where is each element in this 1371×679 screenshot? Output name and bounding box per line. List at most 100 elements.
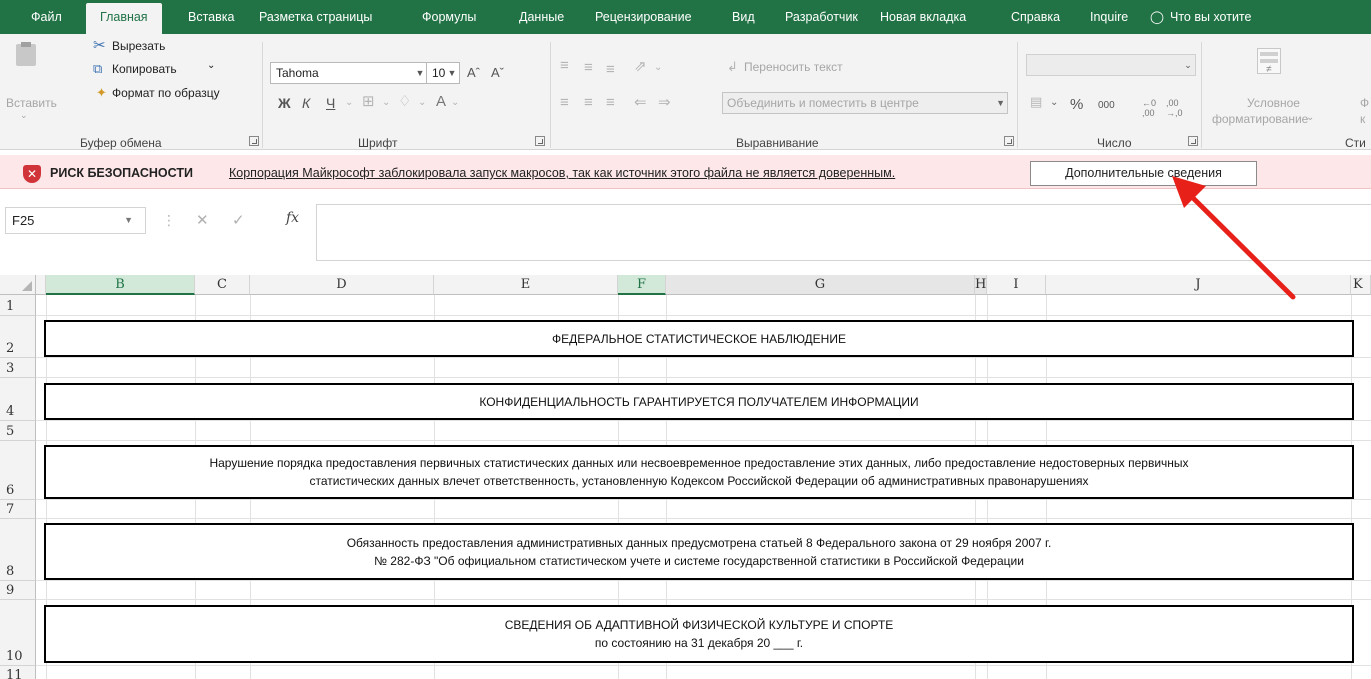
row-header-1[interactable]: 1 (0, 295, 36, 316)
insert-function-icon[interactable]: fx (286, 210, 299, 226)
align-center-icon[interactable]: ≡ (584, 93, 593, 113)
orientation-icon[interactable]: ⇗ (634, 57, 647, 77)
merge-center-button[interactable]: Объединить и поместить в центре ▼ (722, 92, 1008, 114)
tab-home[interactable]: Главная (86, 3, 162, 34)
alignment-launcher-icon[interactable] (1004, 136, 1014, 146)
decrease-decimal-icon[interactable]: ,00 →,0 (1166, 98, 1183, 118)
row-header-5[interactable]: 5 (0, 421, 36, 441)
format-as-table-label-2[interactable]: к (1360, 112, 1365, 126)
chevron-down-icon[interactable]: ⌄ (382, 93, 390, 113)
tab-insert[interactable]: Вставка (184, 0, 238, 34)
percent-button[interactable]: % (1070, 96, 1083, 113)
font-launcher-icon[interactable] (535, 136, 545, 146)
increase-indent-icon[interactable]: ⇒ (658, 93, 671, 113)
copy-dropdown-icon[interactable]: ⌄ (207, 60, 215, 71)
cut-button[interactable]: Вырезать (112, 39, 165, 53)
thousands-separator-button[interactable]: 000 (1098, 100, 1115, 111)
row-header-6[interactable]: 6 (0, 441, 36, 500)
format-as-table-label[interactable]: Ф (1360, 96, 1369, 110)
shrink-font-icon[interactable]: Aˇ (491, 63, 504, 83)
align-top-icon[interactable]: ≡ (560, 56, 569, 76)
chevron-down-icon[interactable]: ⌄ (1050, 93, 1058, 113)
name-box[interactable]: F25 ▼ (5, 207, 146, 234)
column-header-d[interactable]: D (250, 275, 434, 295)
enter-icon[interactable]: ✓ (232, 211, 245, 229)
paste-icon[interactable] (12, 42, 40, 68)
row-header-3[interactable]: 3 (0, 358, 36, 378)
chevron-down-icon[interactable]: ⌄ (418, 93, 426, 113)
select-all-corner[interactable] (0, 275, 36, 295)
tab-review[interactable]: Рецензирование (591, 0, 696, 34)
formula-input[interactable] (316, 204, 1371, 261)
row-header-9[interactable]: 9 (0, 581, 36, 600)
merged-cell-row-4[interactable]: КОНФИДЕНЦИАЛЬНОСТЬ ГАРАНТИРУЕТСЯ ПОЛУЧАТ… (44, 383, 1354, 420)
merged-cell-row-10[interactable]: СВЕДЕНИЯ ОБ АДАПТИВНОЙ ФИЗИЧЕСКОЙ КУЛЬТУ… (44, 605, 1354, 663)
increase-decimal-icon[interactable]: ←0,00 (1142, 98, 1156, 118)
format-painter-button[interactable]: Формат по образцу (112, 86, 220, 100)
merged-cell-row-2[interactable]: ФЕДЕРАЛЬНОЕ СТАТИСТИЧЕСКОЕ НАБЛЮДЕНИЕ (44, 320, 1354, 357)
tell-me-search[interactable]: Что вы хотите (1166, 0, 1255, 34)
merged-cell-row-6[interactable]: Нарушение порядка предоставления первичн… (44, 445, 1354, 499)
merged-cell-row-8[interactable]: Обязанность предоставления административ… (44, 523, 1354, 580)
chevron-down-icon[interactable]: ⌄ (654, 58, 662, 78)
currency-format-icon[interactable]: ▤ (1030, 92, 1042, 112)
tab-file[interactable]: Файл (27, 0, 66, 34)
paste-dropdown-icon[interactable]: ⌄ (20, 110, 28, 121)
formula-bar-grip-icon[interactable]: ⋮ (162, 212, 176, 229)
tab-data[interactable]: Данные (515, 0, 568, 34)
tab-inquire[interactable]: Inquire (1086, 0, 1132, 34)
align-right-icon[interactable]: ≡ (606, 93, 615, 113)
security-message-link[interactable]: Корпорация Майкрософт заблокировала запу… (229, 166, 895, 180)
paste-button[interactable]: Вставить (6, 96, 57, 110)
tab-help[interactable]: Справка (1007, 0, 1064, 34)
number-format-combo[interactable]: ⌄ (1026, 54, 1196, 76)
chevron-down-icon[interactable]: ⌄ (345, 93, 353, 113)
cancel-icon[interactable]: ✕ (196, 211, 209, 229)
row-header-10[interactable]: 10 (0, 600, 36, 666)
align-left-icon[interactable]: ≡ (560, 93, 569, 113)
column-header-b[interactable]: B (46, 275, 195, 295)
tab-page-layout[interactable]: Разметка страницы (255, 0, 376, 34)
grow-font-icon[interactable]: Aˆ (467, 63, 480, 83)
column-header-g[interactable]: G (666, 275, 975, 295)
tab-view[interactable]: Вид (728, 0, 759, 34)
align-middle-icon[interactable]: ≡ (584, 58, 593, 78)
font-family-combo[interactable]: Tahoma ▼ (270, 62, 428, 84)
wrap-text-button[interactable]: Переносить текст (744, 60, 843, 74)
more-info-button[interactable]: Дополнительные сведения (1030, 161, 1257, 186)
chevron-down-icon[interactable]: ▼ (124, 208, 133, 233)
column-header-c[interactable]: C (195, 275, 250, 295)
number-launcher-icon[interactable] (1188, 136, 1198, 146)
conditional-formatting-label-2[interactable]: форматирование (1212, 112, 1308, 126)
row-header-7[interactable]: 7 (0, 500, 36, 519)
underline-icon[interactable]: Ч (326, 93, 335, 113)
chevron-down-icon[interactable]: ⌄ (451, 93, 459, 113)
tab-developer[interactable]: Разработчик (781, 0, 862, 34)
borders-icon[interactable]: ⊞ (362, 92, 375, 112)
row-header-8[interactable]: 8 (0, 519, 36, 581)
bold-icon[interactable]: Ж (278, 93, 291, 113)
lightbulb-icon[interactable]: ◯ (1146, 0, 1168, 34)
column-header-f[interactable]: F (618, 275, 666, 295)
clipboard-launcher-icon[interactable] (249, 136, 259, 146)
fill-color-icon[interactable]: ♢ (398, 92, 411, 112)
italic-icon[interactable]: К (302, 93, 310, 113)
wrap-text-icon[interactable]: ↲ (727, 57, 738, 77)
tab-formulas[interactable]: Формулы (418, 0, 480, 34)
chevron-down-icon[interactable]: ⌄ (1306, 112, 1314, 123)
copy-button[interactable]: Копировать (112, 62, 177, 76)
column-header-e[interactable]: E (434, 275, 618, 295)
row-header-4[interactable]: 4 (0, 378, 36, 421)
align-bottom-icon[interactable]: ≡ (606, 60, 615, 80)
column-header-a[interactable] (36, 275, 46, 295)
font-color-icon[interactable]: A (436, 92, 446, 112)
tab-new[interactable]: Новая вкладка (876, 0, 970, 34)
row-header-2[interactable]: 2 (0, 316, 36, 358)
column-header-j[interactable]: J (1046, 275, 1351, 295)
row-header-11[interactable]: 11 (0, 666, 36, 679)
column-header-h[interactable]: H (975, 275, 987, 295)
decrease-indent-icon[interactable]: ⇐ (634, 93, 647, 113)
column-header-i[interactable]: I (987, 275, 1046, 295)
font-size-combo[interactable]: 10 ▼ (426, 62, 460, 84)
conditional-formatting-icon[interactable]: ≠ (1257, 48, 1281, 75)
